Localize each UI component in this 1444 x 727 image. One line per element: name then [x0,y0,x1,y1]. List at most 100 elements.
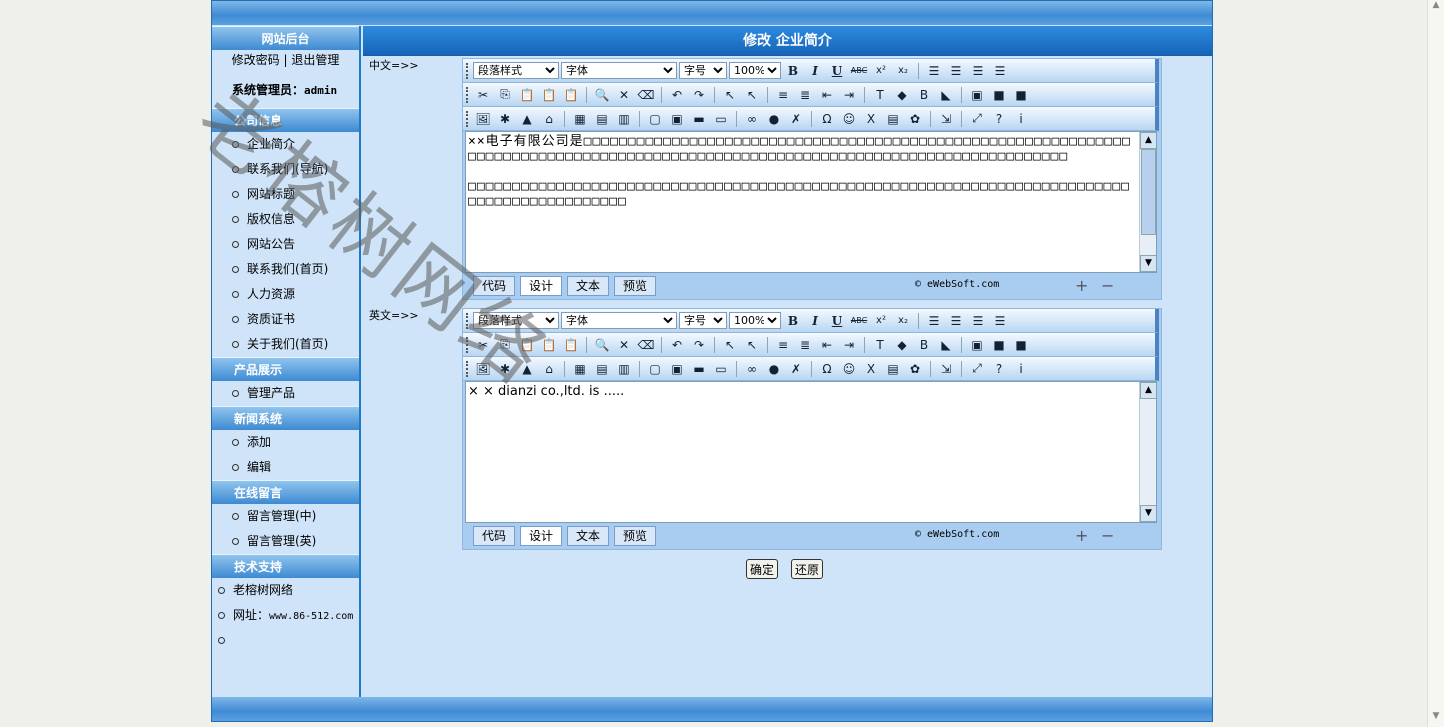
special-char-icon[interactable]: Ω [817,109,837,129]
date-icon[interactable]: ▤ [883,109,903,129]
indent-icon[interactable]: ⇥ [839,85,859,105]
fullscreen-icon[interactable]: ⤢ [967,359,987,379]
eraser-icon[interactable]: ⌫ [636,85,656,105]
bg-color-icon[interactable]: ◆ [892,335,912,355]
page-icon[interactable]: ▢ [645,109,665,129]
stamp-icon[interactable]: ✿ [905,359,925,379]
editor-scrollbar[interactable]: ▲ ▼ [1139,382,1156,522]
expand-icon[interactable]: + [1075,276,1088,295]
editor-copyright[interactable]: © eWebSoft.com [915,279,999,290]
select-all-icon[interactable]: ↖ [742,335,762,355]
date-icon[interactable]: ▤ [883,359,903,379]
align-right-icon[interactable]: ☰ [968,61,988,81]
hr-icon[interactable]: ▬ [689,109,709,129]
help-icon[interactable]: ? [989,359,1009,379]
superscript-icon[interactable]: x² [871,311,891,331]
sidebar-item-contact-home[interactable]: 联系我们(首页) [212,257,359,282]
stamp-icon[interactable]: ✿ [905,109,925,129]
subscript-icon[interactable]: x₂ [893,61,913,81]
copy-icon[interactable]: ⎘ [495,85,515,105]
italic-icon[interactable]: I [805,311,825,331]
layer-move-icon[interactable]: ■ [1011,85,1031,105]
eraser-icon[interactable]: ⌫ [636,335,656,355]
find-icon[interactable]: 🔍 [592,85,612,105]
text-color-icon[interactable]: T [870,335,890,355]
outdent-icon[interactable]: ⇤ [817,335,837,355]
table-icon[interactable]: ▦ [570,359,590,379]
superscript-icon[interactable]: x² [871,61,891,81]
marquee-icon[interactable]: ▭ [711,359,731,379]
tab-code[interactable]: 代码 [473,526,516,546]
select-icon[interactable]: ↖ [720,85,740,105]
zoom-select[interactable]: 100% [729,312,781,329]
ordered-list-icon[interactable]: ≡ [773,85,793,105]
sidebar-item-news-edit[interactable]: 编辑 [212,455,359,480]
sidebar-item-manage-products[interactable]: 管理产品 [212,381,359,406]
iframe-icon[interactable]: ▣ [667,109,687,129]
layer-move-icon[interactable]: ■ [1011,335,1031,355]
format-brush-icon[interactable]: B [914,335,934,355]
excel-icon[interactable]: X [861,359,881,379]
logout-link[interactable]: 退出管理 [291,53,339,67]
tab-code[interactable]: 代码 [473,276,516,296]
scroll-thumb[interactable] [1141,149,1156,235]
align-right-icon[interactable]: ☰ [968,311,988,331]
sidebar-item-messages-en[interactable]: 留言管理(英) [212,529,359,554]
flash-icon[interactable]: ✱ [495,109,515,129]
paste-word-icon[interactable]: 📋 [561,85,581,105]
strikethrough-icon[interactable]: ABC [849,311,869,331]
paste-icon[interactable]: 📋 [517,85,537,105]
underline-icon[interactable]: U [827,311,847,331]
paste-text-icon[interactable]: 📋 [539,335,559,355]
sidebar-item-news-add[interactable]: 添加 [212,430,359,455]
redo-icon[interactable]: ↷ [689,335,709,355]
sidebar-item-certificates[interactable]: 资质证书 [212,307,359,332]
bold-icon[interactable]: B [783,311,803,331]
image-icon[interactable]: 🖼 [473,359,493,379]
page-icon[interactable]: ▢ [645,359,665,379]
fieldset-icon[interactable]: ▣ [967,335,987,355]
ordered-list-icon[interactable]: ≡ [773,335,793,355]
marquee-icon[interactable]: ▭ [711,109,731,129]
sidebar-item-copyright[interactable]: 版权信息 [212,207,359,232]
table-cell-icon[interactable]: ▥ [614,109,634,129]
help-icon[interactable]: ? [989,109,1009,129]
layer-icon[interactable]: ■ [989,335,1009,355]
scroll-down-icon[interactable]: ▼ [1140,505,1156,522]
format-brush-icon[interactable]: B [914,85,934,105]
cut-icon[interactable]: ✂ [473,335,493,355]
align-center-icon[interactable]: ☰ [946,311,966,331]
scroll-up-icon[interactable]: ▲ [1140,382,1156,399]
font-select[interactable]: 字体 [561,62,677,79]
table-row-icon[interactable]: ▤ [592,359,612,379]
confirm-button[interactable]: 确定 [746,559,779,579]
scroll-up-icon[interactable]: ▲ [1140,132,1156,149]
italic-icon[interactable]: I [805,61,825,81]
font-select[interactable]: 字体 [561,312,677,329]
align-center-icon[interactable]: ☰ [946,61,966,81]
select-icon[interactable]: ↖ [720,335,740,355]
shrink-icon[interactable]: − [1101,276,1114,295]
cut-icon[interactable]: ✂ [473,85,493,105]
paragraph-style-select[interactable]: 段落样式 [473,312,559,329]
emoticon-icon[interactable]: ☺ [839,109,859,129]
unlink-icon[interactable]: ✗ [786,109,806,129]
bg-color-icon[interactable]: ◆ [892,85,912,105]
site-url[interactable]: www.86-512.com [269,611,353,622]
scroll-down-icon[interactable]: ▼ [1140,255,1156,272]
find-icon[interactable]: 🔍 [592,335,612,355]
undo-icon[interactable]: ↶ [667,335,687,355]
sidebar-item-contact-nav[interactable]: 联系我们(导航) [212,157,359,182]
strikethrough-icon[interactable]: ABC [849,61,869,81]
align-justify-icon[interactable]: ☰ [990,311,1010,331]
media-icon[interactable]: ▲ [517,359,537,379]
align-left-icon[interactable]: ☰ [924,311,944,331]
text-color-icon[interactable]: T [870,85,890,105]
delete-icon[interactable]: ✕ [614,85,634,105]
layer-icon[interactable]: ■ [989,85,1009,105]
sidebar-item-site-title[interactable]: 网站标题 [212,182,359,207]
undo-icon[interactable]: ↶ [667,85,687,105]
select-all-icon[interactable]: ↖ [742,85,762,105]
fieldset-icon[interactable]: ▣ [967,85,987,105]
hr-icon[interactable]: ▬ [689,359,709,379]
